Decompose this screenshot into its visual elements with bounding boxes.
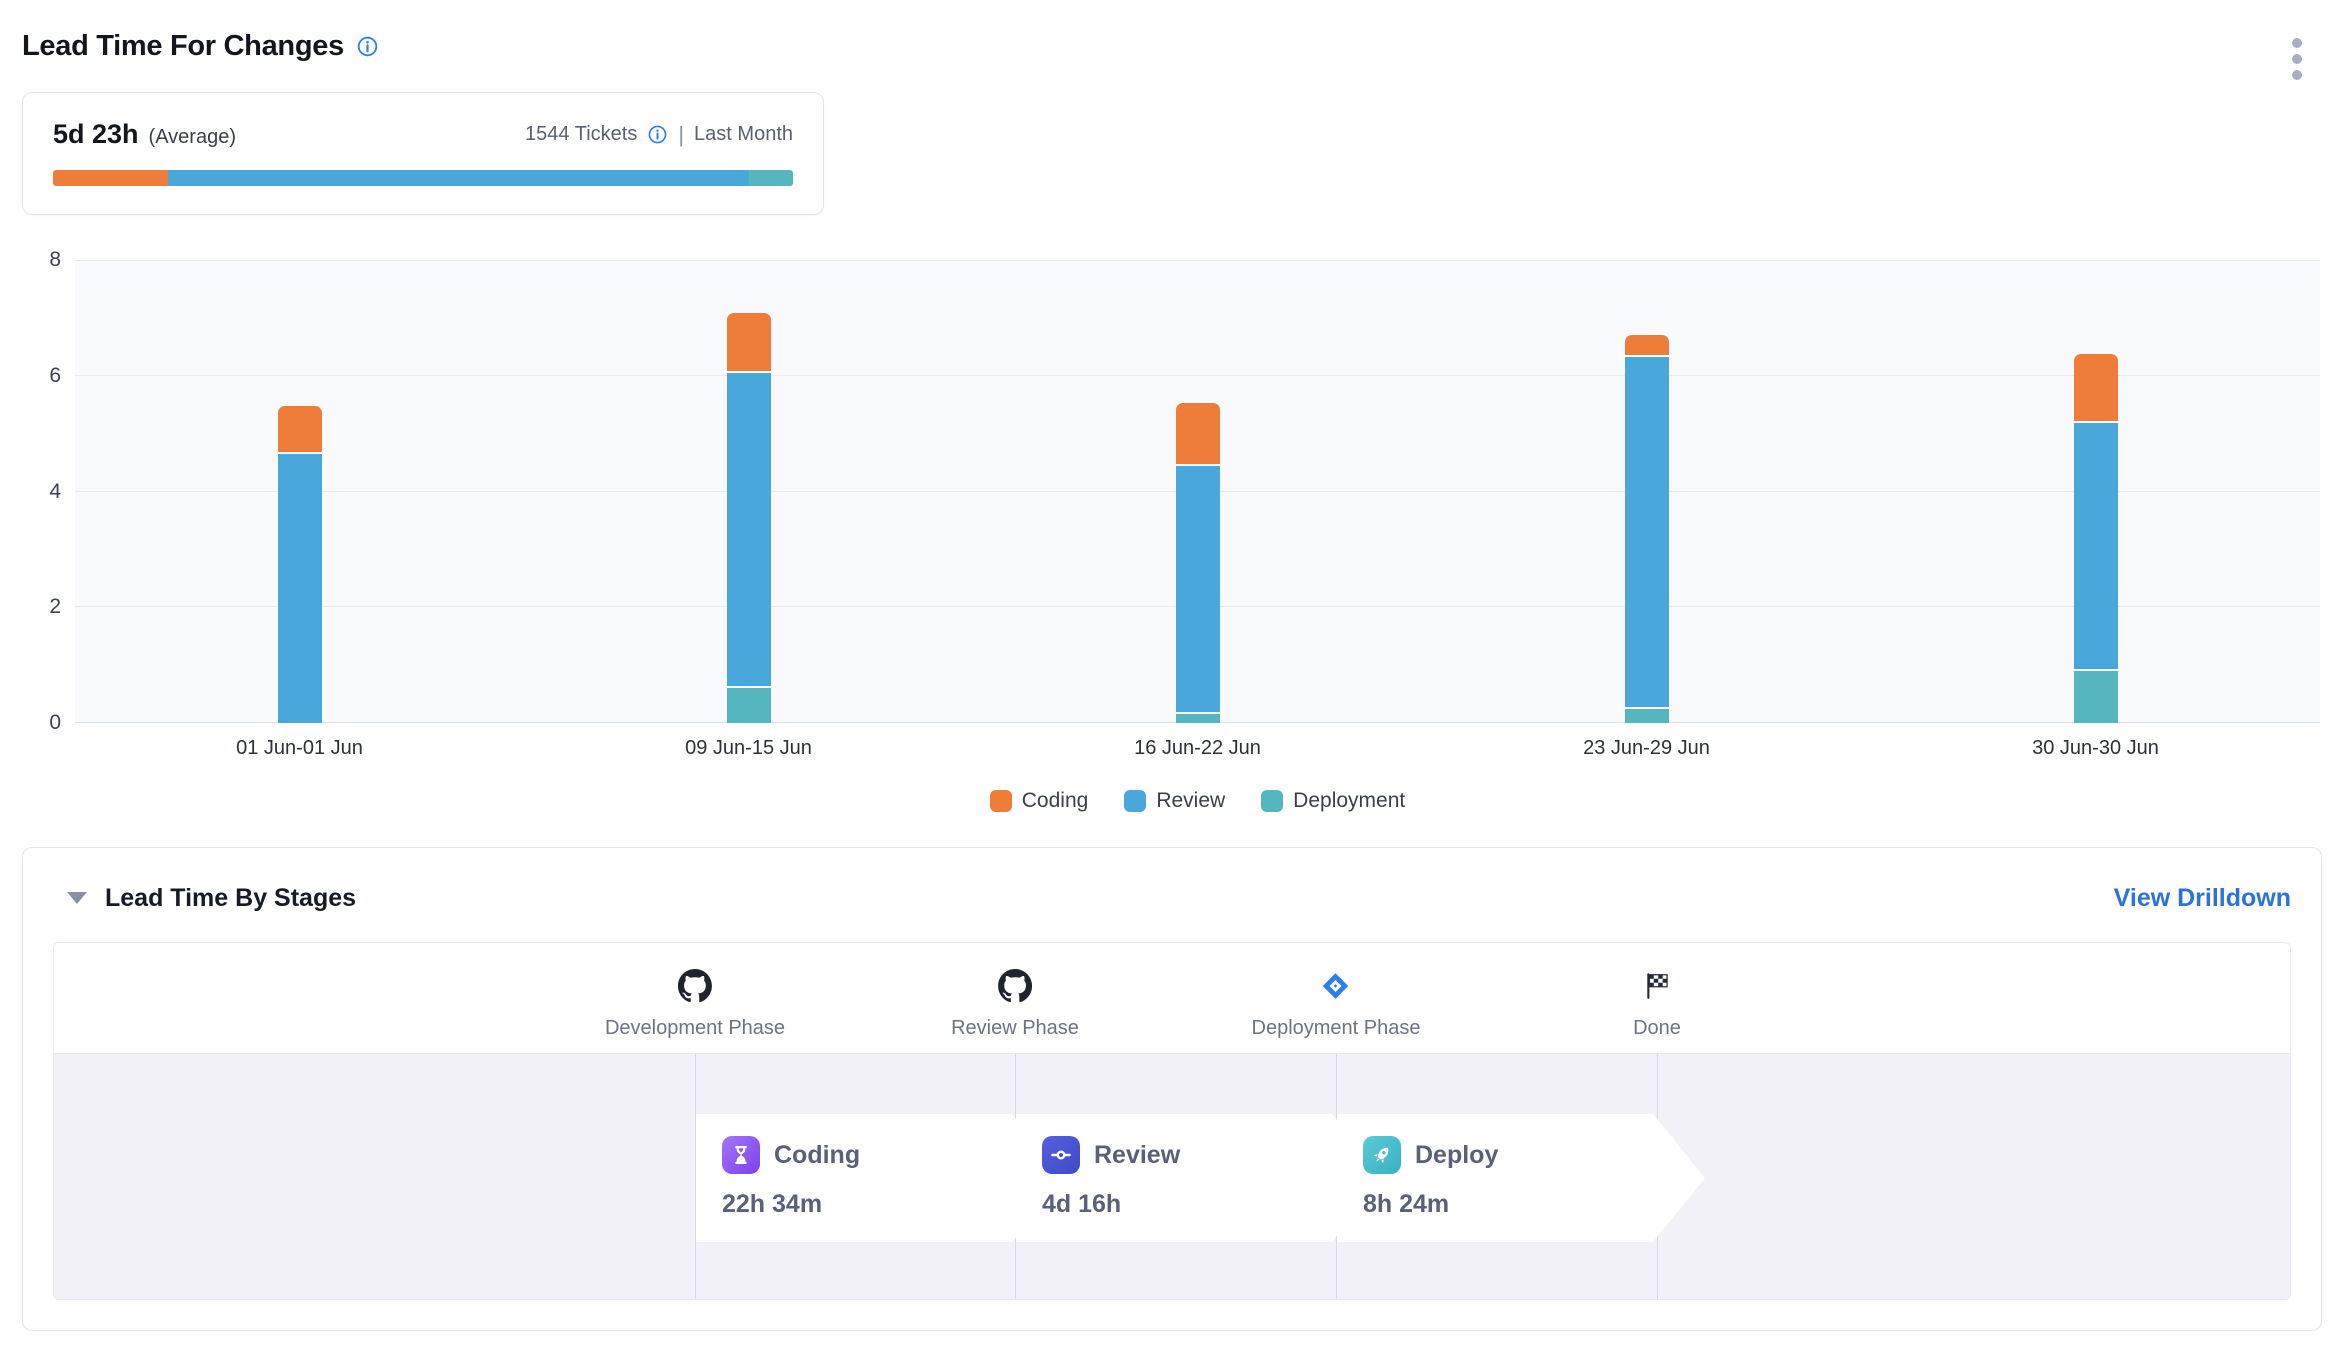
stacked-bar[interactable] xyxy=(1625,335,1669,723)
bar-chart-plot xyxy=(75,260,2320,723)
separator: | xyxy=(678,122,684,148)
review-swatch xyxy=(1124,790,1146,812)
phase-development: Development Phase xyxy=(605,943,785,1040)
phase-label: Development Phase xyxy=(605,1017,785,1040)
lead-time-widget: Lead Time For Changes 5d 23h (Average) 1… xyxy=(0,0,2344,1331)
collapse-arrow-icon[interactable] xyxy=(67,892,87,904)
average-qualifier: (Average) xyxy=(149,126,236,149)
stage-label: Deploy xyxy=(1415,1141,1498,1170)
legend-item-deployment[interactable]: Deployment xyxy=(1261,789,1405,813)
lead-time-chart: 02468 01 Jun-01 Jun09 Jun-15 Jun16 Jun-2… xyxy=(22,260,2322,815)
stage-duration: 4d 16h xyxy=(1042,1190,1384,1219)
stage-label: Review xyxy=(1094,1141,1180,1170)
column-divider xyxy=(695,1054,696,1299)
bar-segment-deployment[interactable] xyxy=(1625,709,1669,723)
stage-duration: 22h 34m xyxy=(722,1190,1064,1219)
bar-segment-review[interactable] xyxy=(727,373,771,686)
stage-card-coding[interactable]: Coding 22h 34m xyxy=(696,1114,1064,1242)
x-axis-label: 09 Jun-15 Jun xyxy=(685,737,812,760)
kebab-menu-icon[interactable] xyxy=(2288,34,2306,84)
legend-item-coding[interactable]: Coding xyxy=(990,789,1089,813)
y-tick-label: 4 xyxy=(49,480,61,504)
phase-label: Review Phase xyxy=(951,1017,1079,1040)
period-label: Last Month xyxy=(694,123,793,146)
title-wrap: Lead Time For Changes xyxy=(22,30,379,63)
legend-item-review[interactable]: Review xyxy=(1124,789,1225,813)
y-tick-label: 0 xyxy=(49,711,61,735)
stage-card-deploy[interactable]: Deploy 8h 24m xyxy=(1337,1114,1705,1242)
stacked-bar[interactable] xyxy=(1176,403,1220,723)
summary-card: 5d 23h (Average) 1544 Tickets | Last Mon… xyxy=(22,92,824,215)
legend-label: Coding xyxy=(1022,789,1089,813)
github-icon xyxy=(951,967,1079,1005)
x-axis-labels: 01 Jun-01 Jun 09 Jun-15 Jun 16 Jun-22 Jun 2… xyxy=(75,723,2320,767)
commit-icon xyxy=(1042,1136,1080,1174)
page-title: Lead Time For Changes xyxy=(22,30,344,63)
y-tick-label: 2 xyxy=(49,595,61,619)
stages-table: Development Phase Review Phase xyxy=(53,942,2291,1300)
legend-label: Deployment xyxy=(1293,789,1405,813)
distribution-seg-coding xyxy=(53,170,168,186)
stage-label: Coding xyxy=(774,1141,860,1170)
stages-title: Lead Time By Stages xyxy=(105,884,356,913)
distribution-bar xyxy=(53,170,793,186)
widget-header: Lead Time For Changes xyxy=(22,30,2322,72)
stacked-bar[interactable] xyxy=(727,313,771,723)
average-value: 5d 23h xyxy=(53,119,139,150)
gridline xyxy=(75,375,2320,376)
bar-segment-deployment[interactable] xyxy=(2074,671,2118,723)
phase-deployment: Deployment Phase xyxy=(1252,943,1421,1040)
stage-duration: 8h 24m xyxy=(1363,1190,1705,1219)
jira-diamond-icon xyxy=(1252,967,1421,1005)
x-axis-label: 01 Jun-01 Jun xyxy=(236,737,363,760)
bar-segment-coding[interactable] xyxy=(2074,354,2118,421)
stacked-bar[interactable] xyxy=(2074,354,2118,723)
y-tick-label: 8 xyxy=(49,248,61,272)
bar-segment-review[interactable] xyxy=(278,454,322,723)
summary-meta: 1544 Tickets | Last Month xyxy=(525,122,793,148)
bar-segment-deployment[interactable] xyxy=(727,688,771,723)
bar-segment-coding[interactable] xyxy=(1176,403,1220,464)
tickets-count: 1544 Tickets xyxy=(525,123,637,146)
x-axis-label: 16 Jun-22 Jun xyxy=(1134,737,1261,760)
y-axis: 02468 xyxy=(22,260,75,723)
stages-table-body: Coding 22h 34m Review 4d 16h xyxy=(54,1053,2290,1299)
stage-card-review[interactable]: Review 4d 16h xyxy=(1016,1114,1384,1242)
phase-done: Done xyxy=(1633,943,1681,1040)
hourglass-icon xyxy=(722,1136,760,1174)
info-icon[interactable] xyxy=(356,35,379,58)
deployment-swatch xyxy=(1261,790,1283,812)
rocket-icon xyxy=(1363,1136,1401,1174)
view-drilldown-link[interactable]: View Drilldown xyxy=(2114,884,2291,913)
bar-segment-coding[interactable] xyxy=(727,313,771,371)
distribution-seg-deployment xyxy=(749,170,793,186)
info-icon[interactable] xyxy=(647,124,668,145)
x-axis-label: 23 Jun-29 Jun xyxy=(1583,737,1710,760)
summary-average: 5d 23h (Average) xyxy=(53,119,236,150)
bar-segment-coding[interactable] xyxy=(1625,335,1669,355)
bar-segment-deployment[interactable] xyxy=(1176,714,1220,723)
coding-swatch xyxy=(990,790,1012,812)
phase-label: Done xyxy=(1633,1017,1681,1040)
bar-segment-coding[interactable] xyxy=(278,406,322,452)
lead-time-by-stages-panel: Lead Time By Stages View Drilldown Devel… xyxy=(22,847,2322,1331)
phase-review: Review Phase xyxy=(951,943,1079,1040)
github-icon xyxy=(605,967,785,1005)
stages-table-header: Development Phase Review Phase xyxy=(54,943,2290,1053)
distribution-seg-review xyxy=(168,170,749,186)
phase-label: Deployment Phase xyxy=(1252,1017,1421,1040)
bar-segment-review[interactable] xyxy=(1176,466,1220,712)
gridline xyxy=(75,260,2320,261)
bar-segment-review[interactable] xyxy=(1625,357,1669,707)
bar-segment-review[interactable] xyxy=(2074,423,2118,669)
y-tick-label: 6 xyxy=(49,364,61,388)
stacked-bar[interactable] xyxy=(278,406,322,723)
legend-label: Review xyxy=(1156,789,1225,813)
x-axis-label: 30 Jun-30 Jun xyxy=(2032,737,2159,760)
chart-legend: Coding Review Deployment xyxy=(75,787,2320,815)
checkered-flag-icon xyxy=(1633,967,1681,1005)
